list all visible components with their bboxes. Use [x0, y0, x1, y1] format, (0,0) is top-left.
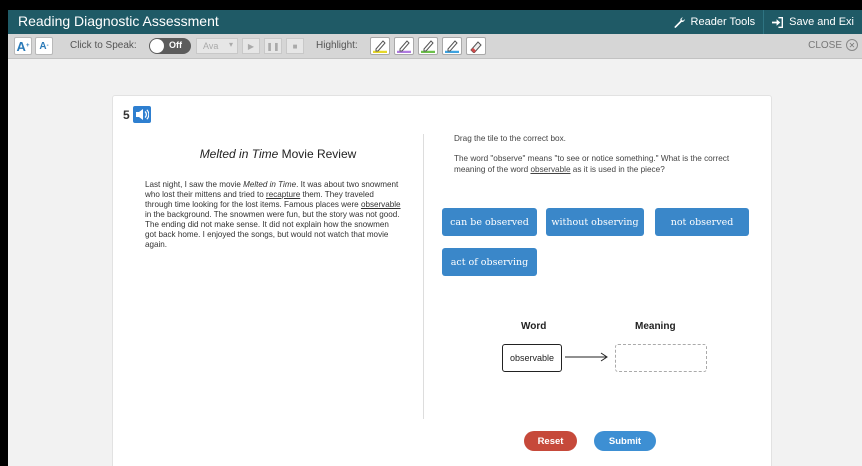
- passage-text: Last night, I saw the movie Melted in Ti…: [145, 180, 401, 250]
- answer-tile[interactable]: not observed: [655, 208, 749, 236]
- passage-word-observable: observable: [360, 200, 401, 209]
- reader-tools-button[interactable]: Reader Tools: [666, 10, 764, 34]
- instruction-text: Drag the tile to the correct box.: [454, 134, 566, 143]
- meaning-drop-zone[interactable]: [615, 344, 707, 372]
- highlighter-icon: [373, 40, 387, 53]
- passage-movie-title: Melted in Time: [243, 180, 297, 189]
- toolbar: A + A- Click to Speak: Off Ava ▾ ▶ ❚❚ ■ H…: [8, 34, 862, 59]
- voice-select[interactable]: Ava ▾: [196, 38, 238, 54]
- passage-segment: Last night, I saw the movie: [145, 180, 244, 189]
- passage-segment: in the background. The snowmen were fun,…: [145, 210, 400, 249]
- pause-button[interactable]: ❚❚: [264, 38, 282, 54]
- passage-word-recapture: recapture: [266, 190, 301, 199]
- chevron-down-icon: ▾: [229, 40, 234, 49]
- play-icon: ▶: [247, 41, 255, 51]
- passage-title: Melted in Time Movie Review: [143, 147, 413, 161]
- app-window: Reading Diagnostic Assessment Reader Too…: [8, 10, 862, 466]
- stop-icon: ■: [292, 41, 298, 51]
- toggle-state: Off: [169, 40, 182, 50]
- font-decrease-button[interactable]: A-: [35, 37, 53, 55]
- save-exit-button[interactable]: Save and Exi: [764, 10, 862, 34]
- submit-button[interactable]: Submit: [594, 431, 656, 451]
- highlighter-green-button[interactable]: [418, 37, 438, 55]
- toggle-knob: [150, 39, 164, 53]
- close-label: CLOSE: [808, 39, 842, 51]
- audio-button[interactable]: [133, 106, 151, 123]
- prompt-target-word: observable: [530, 165, 571, 174]
- highlighter-icon: [421, 40, 435, 53]
- app-title: Reading Diagnostic Assessment: [18, 13, 219, 29]
- column-divider: [423, 134, 424, 419]
- close-icon: ✕: [846, 39, 858, 51]
- speak-toggle[interactable]: Off: [149, 38, 191, 54]
- meaning-header: Meaning: [635, 321, 676, 332]
- highlighter-blue-button[interactable]: [442, 37, 462, 55]
- save-exit-label: Save and Exi: [789, 16, 854, 28]
- sign-in-icon: [772, 16, 784, 28]
- prompt-segment: as it is used in the piece?: [570, 165, 665, 174]
- passage-title-rest: Movie Review: [278, 147, 357, 161]
- reader-tools-label: Reader Tools: [690, 16, 756, 28]
- click-to-speak-label: Click to Speak:: [70, 40, 137, 51]
- question-card: 5 Melted in Time Movie Review Last night…: [112, 95, 772, 466]
- wrench-icon: [674, 16, 685, 28]
- word-box: observable: [502, 344, 562, 372]
- highlighter-purple-button[interactable]: [394, 37, 414, 55]
- word-header: Word: [521, 321, 547, 332]
- highlight-label: Highlight:: [316, 40, 358, 51]
- speaker-icon: [136, 109, 149, 120]
- highlighter-yellow-button[interactable]: [370, 37, 390, 55]
- question-number: 5: [123, 108, 130, 122]
- eraser-button[interactable]: [466, 37, 486, 55]
- title-bar: Reading Diagnostic Assessment Reader Too…: [8, 10, 862, 34]
- arrow-right-icon: [565, 352, 608, 362]
- font-decrease-label: A: [39, 40, 47, 52]
- close-button[interactable]: CLOSE ✕: [808, 39, 858, 51]
- passage-title-italic: Melted in Time: [199, 147, 279, 161]
- font-increase-button[interactable]: A +: [14, 37, 32, 55]
- highlighter-icon: [445, 40, 459, 53]
- play-button[interactable]: ▶: [242, 38, 260, 54]
- highlighter-icon: [397, 40, 411, 53]
- eraser-icon: [470, 41, 482, 53]
- answer-tile[interactable]: can be observed: [442, 208, 537, 236]
- pause-icon: ❚❚: [266, 41, 280, 51]
- question-prompt: The word "observe" means "to see or noti…: [454, 153, 759, 175]
- voice-value: Ava: [203, 41, 219, 51]
- stop-button[interactable]: ■: [286, 38, 304, 54]
- answer-tile[interactable]: act of observing: [442, 248, 537, 276]
- font-increase-label: A: [16, 38, 26, 54]
- answer-tile[interactable]: without observing: [546, 208, 644, 236]
- reset-button[interactable]: Reset: [524, 431, 577, 451]
